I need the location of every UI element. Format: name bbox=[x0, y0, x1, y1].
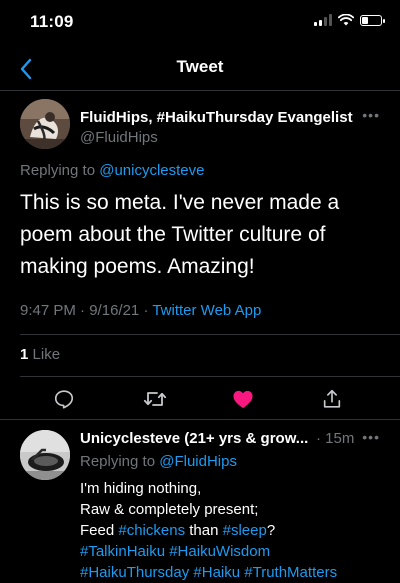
tweet-text: I'm hiding nothing, Raw & completely pre… bbox=[80, 478, 390, 583]
reply-button[interactable] bbox=[50, 385, 78, 413]
text-fragment: than bbox=[189, 522, 219, 539]
poem-line-2: Raw & completely present; bbox=[80, 501, 259, 518]
mention-link[interactable]: @unicyclesteve bbox=[99, 162, 204, 179]
replying-prefix: Replying to bbox=[80, 453, 156, 470]
replying-to: Replying to @FluidHips bbox=[80, 453, 237, 470]
meta-separator: · bbox=[143, 302, 149, 319]
hashtag-link[interactable]: #Haiku bbox=[193, 564, 240, 581]
tweet-source-link[interactable]: Twitter Web App bbox=[152, 302, 261, 319]
poem-line-3: Feed #chickens than #sleep? bbox=[80, 520, 390, 541]
hashtag-link[interactable]: #TruthMatters bbox=[244, 564, 337, 581]
like-icon bbox=[233, 390, 253, 409]
page-title: Tweet bbox=[176, 57, 224, 76]
author-name[interactable]: FluidHips, #HaikuThursday Evangelist bbox=[80, 109, 353, 126]
battery-icon bbox=[360, 14, 385, 26]
likes-number: 1 bbox=[20, 346, 29, 363]
tweet-time: · 15m bbox=[316, 430, 355, 447]
avatar-image bbox=[20, 99, 70, 149]
meta-separator: · bbox=[80, 302, 86, 319]
tweet-actions bbox=[0, 379, 400, 419]
replying-to: Replying to @unicyclesteve bbox=[20, 162, 205, 179]
divider bbox=[20, 376, 400, 377]
text-fragment: ? bbox=[266, 522, 276, 539]
hashtag-link[interactable]: #TalkinHaiku bbox=[80, 543, 165, 560]
more-options-icon[interactable]: ••• bbox=[362, 429, 380, 445]
tweet-time: 9:47 PM bbox=[20, 302, 76, 319]
hashtag-link[interactable]: #chickens bbox=[118, 522, 185, 539]
more-options-icon[interactable]: ••• bbox=[362, 107, 380, 123]
retweet-button[interactable] bbox=[141, 385, 169, 413]
divider bbox=[20, 334, 400, 335]
reply-tweet[interactable]: Unicyclesteve (21+ yrs & grow... · 15m •… bbox=[0, 420, 400, 581]
like-button[interactable] bbox=[229, 385, 257, 413]
avatar[interactable] bbox=[20, 430, 70, 480]
avatar[interactable] bbox=[20, 99, 70, 149]
share-icon bbox=[323, 389, 341, 408]
poem-line-1: I'm hiding nothing, bbox=[80, 480, 202, 497]
status-bar: 11:09 bbox=[0, 0, 400, 46]
hashtag-link[interactable]: #HaikuWisdom bbox=[169, 543, 270, 560]
battery-level bbox=[362, 16, 368, 24]
retweet-icon bbox=[143, 392, 167, 406]
hashtag-line: #HaikuThursday #Haiku #TruthMatters bbox=[80, 562, 390, 583]
tweet-text: This is so meta. I've never made a poem … bbox=[20, 191, 340, 278]
author-handle[interactable]: @FluidHips bbox=[80, 129, 158, 146]
avatar-image bbox=[20, 430, 70, 480]
mention-link[interactable]: @FluidHips bbox=[159, 453, 237, 470]
tweet-date: 9/16/21 bbox=[89, 302, 140, 319]
reply-icon bbox=[54, 390, 74, 409]
hashtag-line: #TalkinHaiku #HaikuWisdom bbox=[80, 541, 390, 562]
replying-prefix: Replying to bbox=[20, 162, 96, 179]
cellular-signal-icon bbox=[314, 14, 332, 26]
share-button[interactable] bbox=[318, 385, 346, 413]
hashtag-link[interactable]: #sleep bbox=[223, 522, 267, 539]
likes-count[interactable]: 1 Like bbox=[20, 346, 60, 363]
author-name[interactable]: Unicyclesteve (21+ yrs & grow... bbox=[80, 430, 308, 447]
wifi-icon bbox=[338, 14, 354, 26]
status-time: 11:09 bbox=[30, 12, 74, 31]
nav-bar: Tweet bbox=[0, 46, 400, 91]
hashtag-link[interactable]: #HaikuThursday bbox=[80, 564, 189, 581]
tweet-metadata: 9:47 PM · 9/16/21 · Twitter Web App bbox=[20, 302, 261, 319]
likes-label: Like bbox=[32, 346, 61, 363]
status-icons bbox=[314, 14, 385, 26]
text-fragment: Feed bbox=[80, 522, 115, 539]
